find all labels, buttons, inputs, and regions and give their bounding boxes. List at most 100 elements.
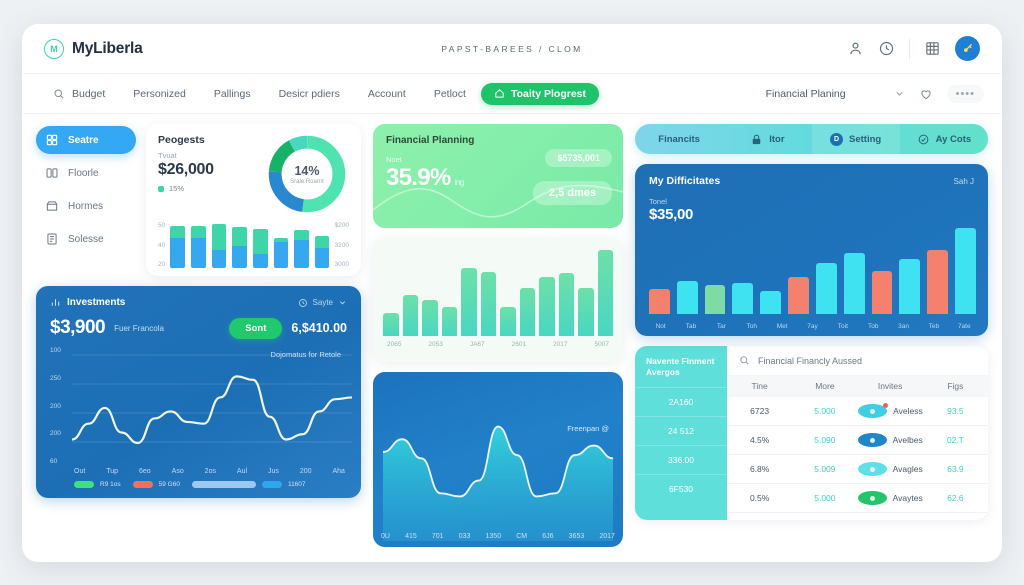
- investments-amount-sub: Fuer Francola: [114, 323, 164, 333]
- x-tick: Jus: [268, 468, 279, 475]
- progress-title: Peogests: [158, 134, 205, 146]
- cell-more: 5.000: [814, 406, 836, 416]
- x-tick: 5007: [594, 341, 609, 348]
- select-value: Financial Planing: [765, 87, 846, 100]
- x-tick: 2017: [553, 341, 568, 348]
- financial-planing-select[interactable]: Financial Planing: [766, 88, 905, 100]
- tab-petloct[interactable]: Petloct: [421, 83, 479, 105]
- y-tick: 200: [50, 402, 61, 410]
- investments-period-select[interactable]: Sayte: [298, 298, 347, 308]
- column-left: Seatre Floorle Hormes Solesse Peogests T…: [36, 124, 361, 547]
- table-row[interactable]: 4.5% 5.090 Avelbes 02.T: [727, 426, 988, 455]
- segment-ay-cots[interactable]: Ay Cots: [900, 124, 988, 154]
- sidebar-item-seatre[interactable]: Seatre: [36, 126, 136, 154]
- bar: [558, 273, 574, 336]
- x-tick: 0U: [381, 533, 390, 540]
- mini-y-axis: 50 40 20: [158, 222, 165, 268]
- difficulties-x-axis: Not Tab Tar Toh Met 7ay Toit Tob 3an Teb 7ate: [649, 323, 976, 330]
- sidebar-item-floorle[interactable]: Floorle: [36, 159, 136, 187]
- x-tick: 2os: [204, 468, 216, 475]
- x-tick: Met: [776, 323, 788, 330]
- y-tick: 50: [158, 222, 166, 229]
- search-icon: [54, 89, 64, 98]
- x-tick: Toh: [746, 323, 757, 330]
- tab-desicr-pdiers[interactable]: Desicr pdiers: [266, 83, 353, 105]
- avatar: [857, 462, 887, 476]
- y-tick-right: $200: [334, 222, 349, 229]
- green-pill-top: $5735,001: [545, 149, 612, 167]
- sidebar-item-label: Floorle: [68, 167, 99, 179]
- bar: [578, 287, 594, 336]
- investments-title: Investments: [50, 297, 125, 308]
- cell-figs: 02.T: [946, 435, 964, 445]
- table-body: 6723 5.000 Aveless 93.5 4.5% 5.090 Avelbes 02.T…: [727, 397, 988, 513]
- bar: [480, 271, 496, 336]
- sidebar-item-hormes[interactable]: Hormes: [36, 192, 136, 220]
- dashboard-body: Seatre Floorle Hormes Solesse Peogests T…: [22, 114, 1002, 547]
- segment-financits[interactable]: Financits: [635, 124, 723, 154]
- investments-title-label: Investments: [67, 297, 126, 308]
- cell-more: 5.000: [814, 493, 836, 503]
- y-tick: 60: [50, 458, 58, 465]
- x-tick: 2065: [387, 341, 402, 348]
- brand-name: MyLiberla: [72, 39, 143, 57]
- sidebar-item-solesse[interactable]: Solesse: [36, 225, 136, 253]
- table-search-input[interactable]: Financial Financly Aussed: [727, 346, 988, 375]
- investments-amount: $3,900: [50, 317, 106, 338]
- brand-logo-icon: M: [44, 38, 64, 59]
- brand[interactable]: M MyLiberla: [44, 38, 143, 59]
- search-input[interactable]: Budget: [40, 83, 118, 105]
- blue-area-card: Freenpan @ 0U 415 701 033 1350 CM 6J6 3653 2017: [373, 372, 623, 547]
- clock-icon[interactable]: [878, 40, 895, 57]
- table-row[interactable]: 6.8% 5.009 Avagles 63.9: [727, 455, 988, 484]
- green-bars: [383, 250, 613, 336]
- difficulties-action[interactable]: Sah J: [954, 177, 974, 186]
- bar: [955, 228, 976, 314]
- grid-icon[interactable]: [924, 40, 941, 57]
- table-row[interactable]: 0.5% 5.000 Avaytes 62.6: [727, 484, 988, 513]
- x-tick: 2053: [428, 341, 443, 348]
- legend-label: 11607: [287, 481, 306, 488]
- heart-icon[interactable]: [919, 87, 933, 101]
- legend-label: 59 G60: [158, 481, 180, 488]
- difficulties-title: My Difficitates: [649, 175, 721, 187]
- table-row[interactable]: 6723 5.000 Aveless 93.5: [727, 397, 988, 426]
- bar: [402, 294, 418, 336]
- tab-pallings[interactable]: Pallings: [201, 83, 264, 105]
- bar: [899, 259, 921, 314]
- cell-tine: 6.8%: [749, 464, 770, 474]
- table-left-panel: Navente Finment Avergos 2A160 24 512 336.0…: [635, 346, 727, 520]
- x-tick: JA67: [469, 341, 485, 348]
- cell-more: 5.009: [814, 464, 836, 474]
- x-tick: 415: [405, 533, 417, 540]
- more-options-button[interactable]: ••••: [946, 84, 984, 103]
- legend-label: 15%: [169, 184, 185, 193]
- segment-itor[interactable]: Itor: [723, 124, 811, 154]
- x-tick: Tob: [867, 323, 879, 330]
- segment-setting[interactable]: D Setting: [811, 124, 900, 154]
- segment-label: Setting: [849, 133, 882, 145]
- user-icon[interactable]: [847, 40, 864, 57]
- key-icon: [964, 44, 972, 52]
- y-tick-right: 3000: [334, 261, 349, 268]
- tab-personized[interactable]: Personized: [120, 83, 199, 105]
- tab-toaity-plogrest[interactable]: Toaity Plogrest: [480, 82, 600, 105]
- app-window: M MyLiberla PAPST-BAREES / CLOM Budget P…: [22, 24, 1002, 562]
- avatar[interactable]: [955, 36, 980, 61]
- lock-icon: [752, 134, 761, 144]
- line-x-axis: Out Tup 6eo Aso 2os Aul Jus 200 Aha: [50, 465, 347, 475]
- green-card-title: Financial Planning: [386, 135, 475, 146]
- investments-amount-secondary: 6,$410.00: [291, 321, 347, 335]
- line-y-axis: 100 250 200 200 60: [50, 347, 72, 465]
- tab-account[interactable]: Account: [355, 83, 419, 105]
- progress-subtitle: Tvuat: [158, 151, 177, 160]
- y-tick: 40: [158, 241, 166, 249]
- mini-bar: [190, 226, 206, 268]
- y-tick: 250: [50, 374, 61, 382]
- cell-invites: Avagles: [857, 462, 923, 476]
- sont-button[interactable]: Sont: [229, 317, 283, 339]
- search-icon: [740, 356, 749, 365]
- mini-bar: [252, 229, 268, 268]
- segment-label: Financits: [658, 133, 700, 145]
- line-legend: R9 1os 59 G60 11607: [50, 475, 347, 488]
